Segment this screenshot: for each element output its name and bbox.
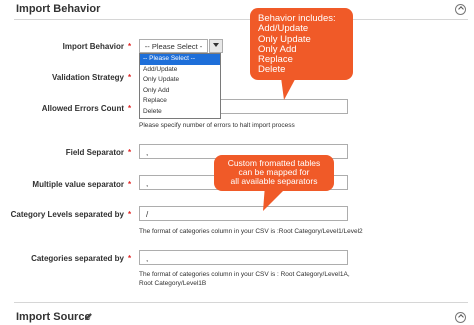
dropdown-option[interactable]: Only Add [140, 86, 220, 97]
required-asterisk: * [128, 73, 132, 82]
section-title-import-source[interactable]: Import Source [16, 311, 91, 323]
import-behavior-label: Import Behavior [62, 42, 124, 51]
import-behavior-select-toggle[interactable] [209, 39, 223, 53]
categories-note-line1: The format of categories column in your … [139, 271, 350, 278]
dropdown-option[interactable]: Replace [140, 96, 220, 107]
categories-separator-label: Categories separated by [31, 254, 124, 263]
pencil-icon[interactable] [84, 312, 93, 321]
section-title-import-behavior[interactable]: Import Behavior [16, 3, 100, 15]
dropdown-option[interactable]: -- Please Select -- [140, 54, 220, 65]
required-asterisk: * [128, 180, 132, 189]
required-asterisk: * [128, 42, 132, 51]
categories-note-line2: Root Category/Level1B [139, 280, 207, 287]
category-levels-separator-input[interactable]: / [139, 206, 348, 221]
multiple-value-separator-label: Multiple value separator [32, 180, 124, 189]
field-separator-label: Field Separator [65, 148, 124, 157]
required-asterisk: * [128, 104, 132, 113]
chevron-up-icon[interactable] [455, 4, 466, 15]
required-asterisk: * [128, 254, 132, 263]
callout-line: Delete [258, 64, 286, 76]
dropdown-option[interactable]: Delete [140, 107, 220, 118]
dropdown-option[interactable]: Add/Update [140, 65, 220, 76]
required-asterisk: * [128, 148, 132, 157]
category-levels-separator-label: Category Levels separated by [10, 210, 124, 219]
category-levels-note: The format of categories column in your … [139, 228, 363, 235]
categories-separator-input[interactable]: , [139, 250, 348, 265]
divider [14, 19, 468, 20]
dropdown-option[interactable]: Only Update [140, 75, 220, 86]
separators-callout: Custom fromatted tables can be mapped fo… [214, 155, 334, 191]
allowed-errors-label: Allowed Errors Count [41, 104, 124, 113]
import-behavior-select[interactable]: -- Please Select -- [139, 39, 208, 60]
callout-line: all available separators [230, 176, 318, 186]
chevron-up-icon[interactable] [455, 312, 466, 323]
import-behavior-dropdown-list[interactable]: -- Please Select -- Add/Update Only Upda… [139, 53, 221, 119]
required-asterisk: * [128, 210, 132, 219]
allowed-errors-note: Please specify number of errors to halt … [139, 122, 295, 129]
behavior-callout: Behavior includes: Add/Update Only Updat… [250, 8, 353, 80]
validation-strategy-label: Validation Strategy [51, 73, 124, 82]
chevron-down-icon [213, 43, 219, 47]
divider [14, 302, 468, 303]
